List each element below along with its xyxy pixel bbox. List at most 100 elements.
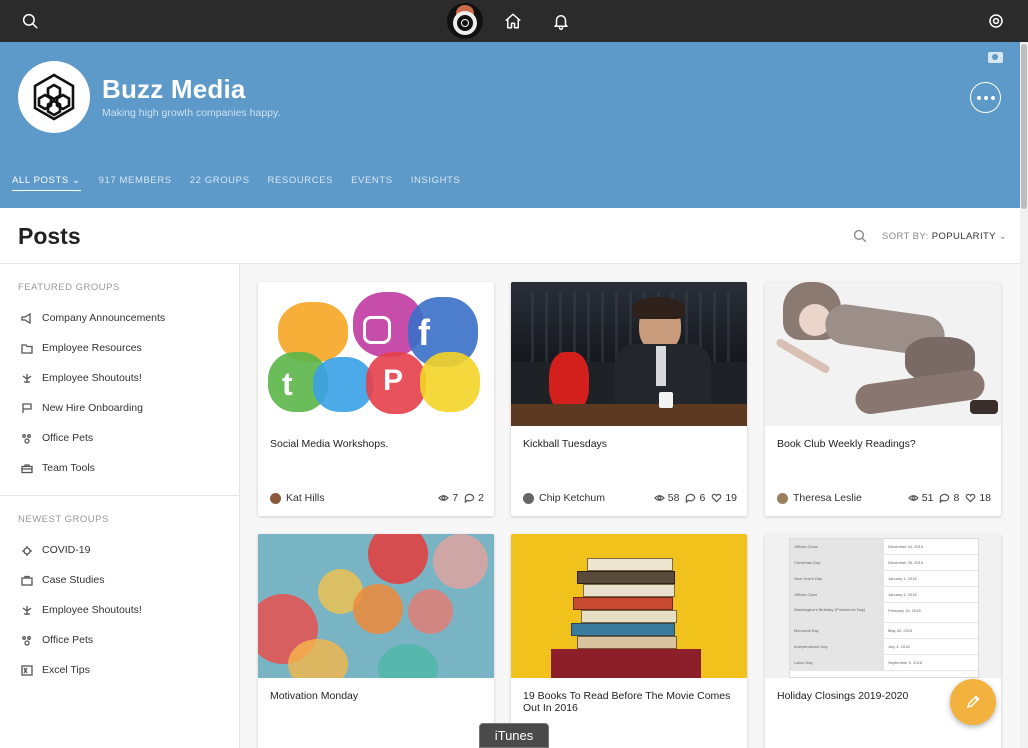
tab-events[interactable]: EVENTS [351, 175, 393, 191]
likes-count[interactable]: 19 [711, 492, 737, 504]
sidebar-item-employee-shoutouts-new[interactable]: Employee Shoutouts! [20, 604, 142, 616]
avatar[interactable] [523, 492, 534, 504]
more-options-button[interactable] [970, 82, 1001, 113]
holiday-date: January 1, 2016 [888, 576, 917, 581]
holiday-name: Offices Close [790, 539, 884, 554]
home-icon[interactable] [503, 11, 523, 31]
app-logo[interactable] [447, 3, 483, 39]
sidebar-item-company-announcements[interactable]: Company Announcements [20, 312, 165, 324]
holiday-date: December 25, 2015 [888, 560, 924, 565]
likes-count[interactable]: 18 [965, 492, 991, 504]
eye-icon [907, 495, 919, 501]
posts-search-icon[interactable] [853, 229, 867, 243]
post-title[interactable]: Motivation Monday [270, 690, 482, 702]
sidebar-item-case-studies[interactable]: Case Studies [20, 574, 104, 586]
sparkle-icon [20, 605, 33, 616]
sparkle-icon [20, 373, 33, 384]
sort-dropdown[interactable]: SORT BY: POPULARITY ⌄ [882, 231, 1007, 242]
post-footer: Kat Hills 7 2 [270, 491, 484, 505]
sidebar-item-new-hire-onboarding[interactable]: New Hire Onboarding [20, 402, 143, 414]
scrollbar-thumb[interactable] [1021, 44, 1027, 209]
group-tabs: ALL POSTS ⌄ 917 MEMBERS 22 GROUPS RESOUR… [12, 175, 478, 191]
sidebar-item-employee-resources[interactable]: Employee Resources [20, 342, 142, 354]
eye-icon [653, 495, 665, 501]
comments-count[interactable]: 6 [685, 492, 705, 504]
tab-groups[interactable]: 22 GROUPS [190, 175, 250, 191]
comments-count[interactable]: 2 [464, 492, 484, 504]
gear-icon[interactable] [986, 11, 1006, 31]
post-title[interactable]: 19 Books To Read Before The Movie Comes … [523, 690, 735, 714]
sidebar-item-office-pets[interactable]: Office Pets [20, 432, 93, 444]
post-card-book-club[interactable]: Book Club Weekly Readings? Theresa Lesli… [765, 282, 1001, 516]
sidebar-item-team-tools[interactable]: Team Tools [20, 462, 95, 474]
tab-all-posts[interactable]: ALL POSTS ⌄ [12, 175, 81, 191]
sidebar: FEATURED GROUPS Company Announcements Em… [0, 264, 240, 748]
post-title[interactable]: Social Media Workshops. [270, 438, 482, 450]
comments-count[interactable]: 8 [939, 492, 959, 504]
itunes-tooltip[interactable]: iTunes [479, 723, 549, 748]
comment-icon [686, 493, 696, 503]
sidebar-item-covid-19[interactable]: COVID-19 [20, 544, 90, 556]
post-author[interactable]: Kat Hills [286, 492, 325, 504]
post-image: Offices Close December 24, 2015 Christmas… [765, 534, 1001, 678]
holiday-date: February 15, 2016 [888, 608, 921, 613]
virus-icon [20, 545, 33, 556]
eye-icon [438, 495, 450, 501]
holiday-name: Washington's Birthday (President's Day) [790, 603, 884, 622]
post-card-social-media[interactable]: f t P Social Media Workshops. Kat Hills … [258, 282, 494, 516]
holiday-name: Labor Day [790, 655, 884, 670]
holiday-name: Memorial Day [790, 623, 884, 638]
briefcase-icon [20, 575, 33, 586]
top-bar [0, 0, 1028, 42]
camera-icon[interactable] [988, 52, 1003, 63]
post-footer: Theresa Leslie 51 8 18 [777, 491, 991, 505]
avatar[interactable] [777, 492, 788, 504]
views-count: 58 [653, 492, 679, 504]
megaphone-icon [20, 312, 33, 324]
compose-button[interactable] [950, 679, 996, 725]
tab-insights[interactable]: INSIGHTS [411, 175, 461, 191]
post-title[interactable]: Book Club Weekly Readings? [777, 438, 989, 450]
page-title: Posts [18, 223, 81, 249]
views-count: 51 [907, 492, 933, 504]
holiday-date: September 5, 2016 [888, 660, 923, 665]
post-card-19-books[interactable]: 19 Books To Read Before The Movie Comes … [511, 534, 747, 748]
org-tagline: Making high growth companies happy. [102, 107, 281, 119]
post-author[interactable]: Chip Ketchum [539, 492, 605, 504]
bell-icon[interactable] [551, 11, 571, 31]
post-author[interactable]: Theresa Leslie [793, 492, 862, 504]
sidebar-item-office-pets-new[interactable]: Office Pets [20, 634, 93, 646]
sidebar-item-excel-tips[interactable]: Excel Tips [20, 664, 90, 676]
post-image [511, 534, 747, 678]
sidebar-item-employee-shoutouts[interactable]: Employee Shoutouts! [20, 372, 142, 384]
tab-resources[interactable]: RESOURCES [268, 175, 334, 191]
featured-groups-heading: FEATURED GROUPS [18, 282, 120, 293]
holiday-name: Christmas Day [790, 555, 884, 570]
holiday-date: July 4, 2016 [888, 644, 910, 649]
page-scrollbar[interactable] [1020, 42, 1028, 748]
posts-grid: f t P Social Media Workshops. Kat Hills … [240, 264, 1020, 748]
post-title[interactable]: Kickball Tuesdays [523, 438, 735, 450]
holiday-name: New Year's Day [790, 571, 884, 586]
holiday-name: Independence Day [790, 639, 884, 654]
holiday-date: May 30, 2016 [888, 628, 913, 633]
org-name: Buzz Media [102, 74, 246, 104]
post-image [765, 282, 1001, 426]
heart-icon [711, 493, 722, 503]
search-icon[interactable] [20, 11, 40, 31]
excel-icon [20, 664, 33, 676]
post-image [258, 534, 494, 678]
paw-icon [20, 433, 33, 444]
tab-members[interactable]: 917 MEMBERS [99, 175, 172, 191]
holiday-date: December 24, 2015 [888, 544, 924, 549]
post-image: f t P [258, 282, 494, 426]
post-card-motivation-monday[interactable]: Motivation Monday [258, 534, 494, 748]
holiday-name: Offices Open [790, 587, 884, 602]
post-card-kickball[interactable]: Kickball Tuesdays Chip Ketchum 58 6 19 [511, 282, 747, 516]
group-banner: Buzz Media Making high growth companies … [0, 42, 1020, 208]
newest-groups-heading: NEWEST GROUPS [18, 514, 109, 525]
views-count: 7 [438, 492, 458, 504]
avatar[interactable] [270, 492, 281, 504]
heart-icon [965, 493, 976, 503]
comment-icon [940, 493, 950, 503]
